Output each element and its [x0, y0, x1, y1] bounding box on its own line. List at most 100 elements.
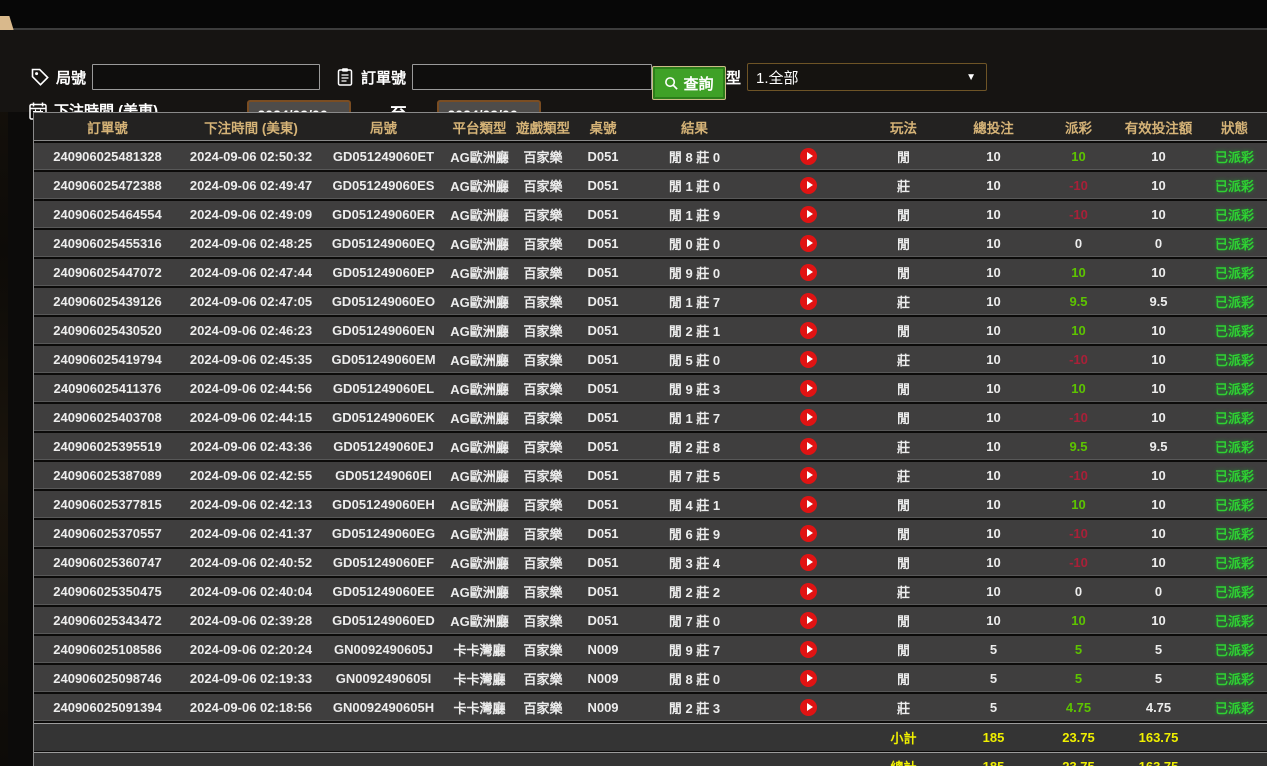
cell-bet-type: 莊 [896, 178, 910, 194]
cell-table: D051 [587, 380, 619, 396]
cell-table: D051 [587, 612, 619, 628]
cell-game: 百家樂 [523, 700, 563, 716]
cell-status: 已派彩 [1214, 207, 1254, 223]
cell-result: 閒 1 莊 7 [668, 294, 721, 310]
table-row: 240906025472388 2024-09-06 02:49:47 GD0512… [34, 172, 1267, 199]
col-header-result: 結果 [681, 120, 708, 136]
cell-platform: AG歐洲廳 [450, 207, 509, 223]
cell-bet-type: 莊 [896, 439, 910, 455]
cell-total-bet: 10 [986, 612, 1001, 628]
grand-total-total: 185 [946, 759, 1041, 766]
search-button[interactable]: 查詢 [652, 66, 726, 100]
grand-total-valid: 163.75 [1116, 759, 1201, 766]
play-video-icon[interactable] [800, 640, 817, 658]
round-number-input[interactable] [92, 64, 321, 90]
cell-status: 已派彩 [1214, 410, 1254, 426]
cell-payout: 0 [1074, 235, 1083, 251]
chevron-down-icon: ▼ [966, 71, 977, 83]
cell-table: D051 [587, 235, 619, 251]
platform-type-select[interactable]: 1.全部 ▼ [747, 63, 988, 91]
play-video-icon[interactable] [800, 698, 817, 716]
cell-round: GN0092490605I [335, 670, 432, 686]
cell-status: 已派彩 [1214, 381, 1254, 397]
play-video-icon[interactable] [800, 524, 817, 542]
play-video-icon[interactable] [800, 321, 817, 339]
cell-platform: 卡卡灣廳 [453, 700, 506, 716]
cell-round: GD051249060EQ [331, 235, 436, 251]
cell-round: GD051249060EI [335, 467, 432, 483]
cell-total-bet: 10 [986, 264, 1001, 280]
cell-bet-type: 閒 [896, 265, 910, 281]
cell-game: 百家樂 [523, 497, 563, 513]
play-video-icon[interactable] [800, 582, 817, 600]
play-video-icon[interactable] [800, 292, 817, 310]
cell-total-bet: 10 [986, 467, 1001, 483]
cell-bet-time: 2024-09-06 02:19:33 [189, 670, 313, 686]
cell-table: D051 [587, 409, 619, 425]
cell-bet-type: 閒 [896, 642, 910, 658]
cell-order: 240906025370557 [53, 525, 162, 541]
play-video-icon[interactable] [800, 495, 817, 513]
play-video-icon[interactable] [800, 669, 817, 687]
play-video-icon[interactable] [800, 553, 817, 571]
cell-platform: AG歐洲廳 [450, 410, 509, 426]
cell-game: 百家樂 [523, 352, 563, 368]
cell-table: N009 [587, 641, 619, 657]
cell-game: 百家樂 [523, 323, 563, 339]
play-video-icon[interactable] [800, 437, 817, 455]
play-video-icon[interactable] [800, 611, 817, 629]
play-video-icon[interactable] [800, 350, 817, 368]
cell-bet-type: 閒 [896, 236, 910, 252]
play-video-icon[interactable] [800, 408, 817, 426]
cell-order: 240906025430520 [53, 322, 162, 338]
subtotal-label: 小計 [890, 731, 917, 746]
play-video-icon[interactable] [800, 263, 817, 281]
cell-bet-type: 閒 [896, 613, 910, 629]
cell-order: 240906025447072 [53, 264, 162, 280]
cell-bet-time: 2024-09-06 02:40:52 [189, 554, 313, 570]
cell-game: 百家樂 [523, 671, 563, 687]
round-filter-group: 局號 [30, 64, 321, 90]
cell-round: GD051249060EG [331, 525, 436, 541]
play-video-icon[interactable] [800, 466, 817, 484]
play-video-icon[interactable] [800, 234, 817, 252]
cell-payout: 9.5 [1069, 438, 1088, 454]
cell-platform: 卡卡灣廳 [453, 642, 506, 658]
cell-bet-time: 2024-09-06 02:39:28 [189, 612, 313, 628]
cell-valid-bet: 10 [1151, 467, 1166, 483]
play-video-icon[interactable] [800, 205, 817, 223]
cell-payout: -10 [1069, 177, 1088, 193]
cell-total-bet: 10 [986, 438, 1001, 454]
subtotal-row: 小計 185 23.75 163.75 [34, 723, 1267, 751]
cell-round: GD051249060ES [332, 177, 435, 193]
cell-order: 240906025455316 [53, 235, 162, 251]
cell-order: 240906025464554 [53, 206, 162, 222]
cell-table: D051 [587, 351, 619, 367]
cell-total-bet: 5 [989, 670, 998, 686]
cell-table: D051 [587, 438, 619, 454]
cell-result: 閒 2 莊 3 [668, 700, 721, 716]
cell-bet-time: 2024-09-06 02:44:15 [189, 409, 313, 425]
play-video-icon[interactable] [800, 176, 817, 194]
cell-status: 已派彩 [1214, 555, 1254, 571]
cell-total-bet: 10 [986, 351, 1001, 367]
round-number-label: 局號 [56, 69, 87, 87]
cell-video [756, 408, 861, 426]
cell-payout: 4.75 [1065, 699, 1092, 715]
cell-valid-bet: 10 [1151, 148, 1166, 164]
table-row: 240906025403708 2024-09-06 02:44:15 GD0512… [34, 404, 1267, 431]
cell-order: 240906025472388 [53, 177, 162, 193]
cell-bet-time: 2024-09-06 02:49:09 [189, 206, 313, 222]
table-row: 240906025419794 2024-09-06 02:45:35 GD0512… [34, 346, 1267, 373]
table-row: 240906025411376 2024-09-06 02:44:56 GD0512… [34, 375, 1267, 402]
order-number-input[interactable] [412, 64, 653, 90]
cell-bet-type: 莊 [896, 294, 910, 310]
cell-bet-type: 閒 [896, 323, 910, 339]
cell-result: 閒 5 莊 0 [668, 352, 721, 368]
play-video-icon[interactable] [800, 147, 817, 165]
cell-result: 閒 9 莊 0 [668, 265, 721, 281]
cell-video [756, 321, 861, 339]
cell-video [756, 205, 861, 223]
cell-bet-time: 2024-09-06 02:20:24 [189, 641, 313, 657]
play-video-icon[interactable] [800, 379, 817, 397]
